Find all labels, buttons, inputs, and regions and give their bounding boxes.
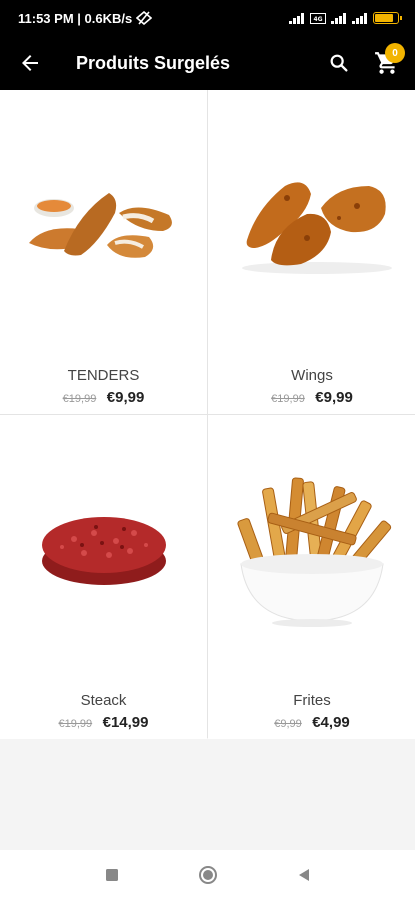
product-grid: TENDERS €19,99 €9,99 Wings €19,99 €9,99 [0, 90, 415, 739]
circle-icon [198, 866, 217, 884]
price: €14,99 [102, 714, 149, 731]
system-nav-bar [0, 850, 415, 900]
product-prices: €19,99 €9,99 [0, 389, 207, 407]
price: €9,99 [315, 389, 353, 406]
product-card-frites[interactable]: Frites €9,99 €4,99 [208, 415, 415, 739]
battery-icon [373, 12, 402, 24]
wifi-icon [352, 12, 367, 24]
french-fries-image [208, 415, 415, 680]
product-card-wings[interactable]: Wings €19,99 €9,99 [208, 90, 415, 414]
back-button[interactable] [0, 36, 60, 90]
product-name: Frites [293, 692, 331, 709]
arrow-left-icon [22, 55, 38, 71]
search-button[interactable] [319, 36, 359, 90]
search-icon [330, 54, 348, 72]
product-prices: €9,99 €4,99 [208, 714, 415, 732]
home-button[interactable] [198, 865, 218, 885]
chicken-wings-image [208, 90, 415, 355]
signal-icon [289, 12, 304, 24]
app-bar: Produits Surgelés 0 [0, 36, 415, 90]
old-price: €19,99 [62, 393, 97, 405]
product-name: Steack [80, 692, 127, 709]
old-price: €9,99 [274, 718, 302, 730]
status-left: 11:53 PM | 0.6KB/s [18, 10, 153, 26]
product-name: TENDERS [67, 367, 140, 384]
status-time: 11:53 PM | 0.6KB/s [18, 10, 133, 26]
price: €4,99 [312, 714, 350, 731]
cart-button[interactable]: 0 [359, 36, 415, 90]
product-card-steack[interactable]: Steack €19,99 €14,99 [0, 415, 207, 739]
product-prices: €19,99 €14,99 [0, 714, 207, 732]
burger-patty-image [0, 415, 207, 680]
price: €9,99 [106, 389, 145, 406]
chicken-tenders-image [0, 90, 207, 355]
cart-count-badge: 0 [385, 43, 405, 63]
battery-level [375, 14, 393, 22]
volte-icon: 4G [310, 12, 326, 24]
product-name: Wings [291, 367, 333, 384]
back-nav-button[interactable] [294, 865, 314, 885]
square-icon [105, 869, 118, 881]
vpn-icon [136, 11, 153, 25]
recents-button[interactable] [102, 865, 122, 885]
old-price: €19,99 [58, 718, 93, 730]
signal-2-icon [331, 12, 346, 24]
triangle-back-icon [298, 869, 309, 881]
page-title: Produits Surgelés [76, 52, 231, 73]
product-prices: €19,99 €9,99 [208, 389, 415, 407]
svg-text:4G: 4G [313, 16, 322, 23]
product-card-tenders[interactable]: TENDERS €19,99 €9,99 [0, 90, 207, 414]
old-price: €19,99 [271, 393, 305, 405]
status-bar: 11:53 PM | 0.6KB/s 4G [0, 0, 415, 36]
status-right: 4G [289, 12, 402, 24]
